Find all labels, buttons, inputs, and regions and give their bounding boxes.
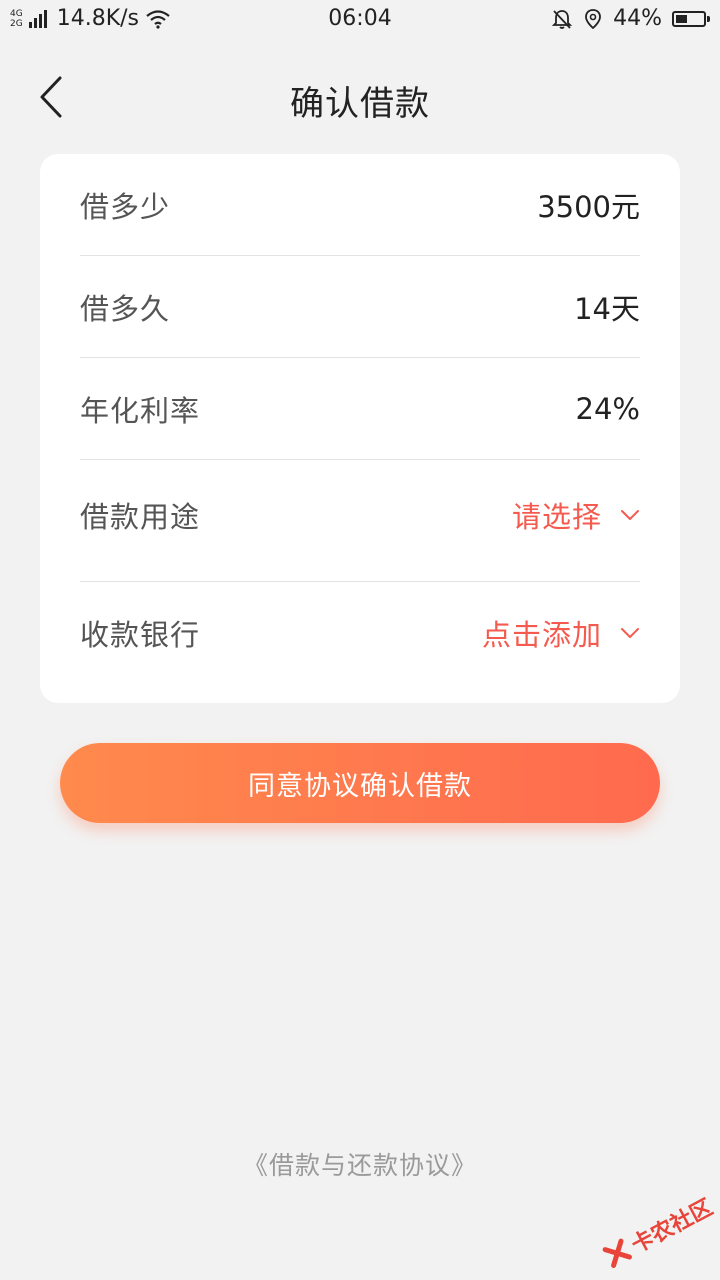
row-loan-purpose[interactable]: 借款用途 请选择	[80, 460, 640, 582]
loan-details-card: 借多少 3500元 借多久 14天 年化利率 24% 借款用途 请选择 收款银行…	[40, 154, 680, 703]
battery-fill	[676, 14, 688, 23]
annual-rate-label: 年化利率	[80, 393, 201, 428]
watermark: 卡农社区	[598, 1190, 717, 1274]
chevron-down-icon	[621, 628, 639, 638]
battery-icon	[672, 10, 710, 27]
loan-term-label: 借多久	[80, 291, 171, 326]
mute-bell-icon	[551, 9, 573, 29]
confirm-loan-button[interactable]: 同意协议确认借款	[60, 743, 660, 823]
battery-percent: 44%	[613, 6, 662, 31]
status-right: 44%	[551, 6, 710, 31]
location-icon	[585, 8, 601, 29]
row-annual-rate: 年化利率 24%	[80, 358, 640, 460]
loan-term-value: 14天	[574, 291, 640, 326]
loan-amount-value: 3500元	[537, 189, 640, 224]
annual-rate-value: 24%	[575, 391, 640, 426]
receiving-bank-select[interactable]: 点击添加	[482, 612, 640, 654]
loan-purpose-placeholder: 请选择	[511, 500, 602, 534]
loan-purpose-label: 借款用途	[80, 500, 201, 534]
loan-amount-label: 借多少	[80, 189, 171, 224]
header: 确认借款	[0, 60, 720, 140]
row-receiving-bank[interactable]: 收款银行 点击添加	[80, 582, 640, 684]
loan-purpose-select[interactable]: 请选择	[512, 494, 640, 536]
row-loan-amount: 借多少 3500元	[80, 154, 640, 256]
page-title: 确认借款	[290, 84, 430, 124]
receiving-bank-label: 收款银行	[80, 618, 201, 652]
status-bar: 4G 2G 14.8K/s 06:04 44%	[0, 0, 720, 40]
chevron-down-icon	[621, 510, 639, 520]
watermark-text: 卡农社区	[627, 1195, 718, 1259]
receiving-bank-placeholder: 点击添加	[481, 618, 602, 652]
row-loan-term: 借多久 14天	[80, 256, 640, 358]
loan-agreement-link[interactable]: 《借款与还款协议》	[0, 1146, 720, 1182]
